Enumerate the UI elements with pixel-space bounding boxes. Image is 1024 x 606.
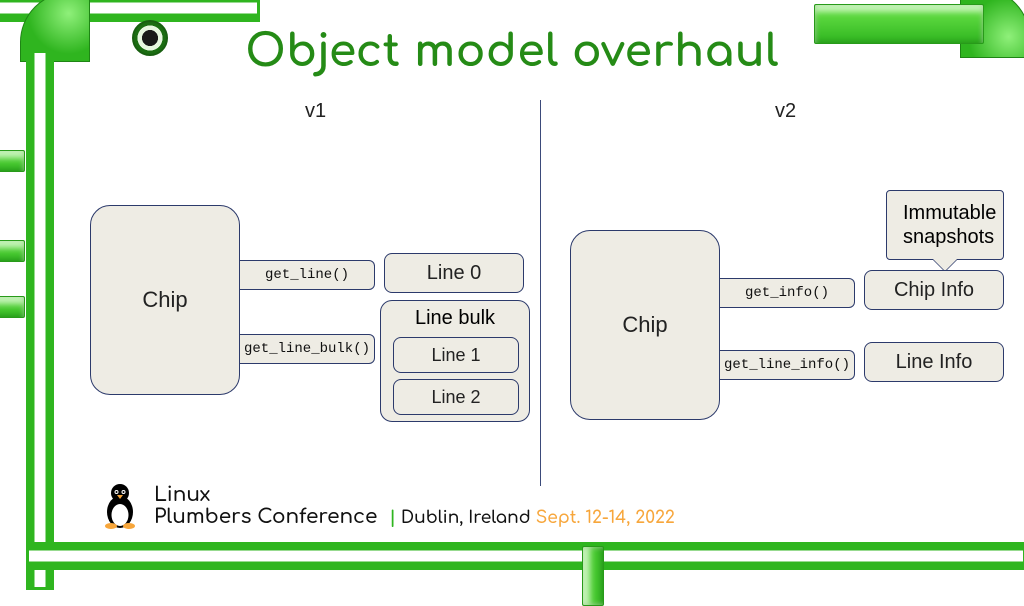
v2-note-line1: Immutable (903, 202, 996, 224)
penguin-icon (100, 482, 140, 530)
footer-location: Dublin, Ireland (401, 508, 531, 527)
column-label-v2: v2 (775, 100, 796, 123)
pipe-spur-3 (0, 296, 25, 318)
v2-get-line-info-method: get_line_info() (720, 350, 855, 380)
column-divider (540, 100, 541, 486)
pipe-left-v (26, 50, 54, 590)
v1-line-bulk-container: Line bulk Line 1 Line 2 (380, 300, 530, 422)
v2-line-info-node: Line Info (864, 342, 1004, 382)
footer: Linux Plumbers Conference | Dublin, Irel… (100, 482, 675, 530)
footer-title-1: Linux (154, 484, 675, 505)
column-label-v1: v1 (305, 100, 326, 123)
v2-get-info-method: get_info() (720, 278, 855, 308)
diagram-stage: v1 v2 Chip get_line() Line 0 get_line_bu… (80, 100, 1014, 456)
v1-line0-node: Line 0 (384, 253, 524, 293)
v1-line2-node: Line 2 (393, 379, 519, 415)
v2-note-line2: snapshots (903, 226, 994, 248)
v2-note-callout: Immutable snapshots (886, 190, 1004, 260)
pipe-spur-1 (0, 150, 25, 172)
v2-chip-node: Chip (570, 230, 720, 420)
v1-line1-node: Line 1 (393, 337, 519, 373)
footer-dates: Sept. 12-14, 2022 (536, 508, 675, 527)
footer-title-2: Plumbers Conference (154, 505, 377, 528)
pipe-bottom-spur (582, 546, 604, 606)
v1-line-bulk-title: Line bulk (381, 307, 529, 330)
v1-get-line-method: get_line() (240, 260, 375, 290)
pipe-spur-2 (0, 240, 25, 262)
v1-get-line-bulk-method: get_line_bulk() (240, 334, 375, 364)
slide-title: Object model overhaul (0, 28, 1024, 77)
pipe-bottom-h (26, 542, 1024, 570)
v1-chip-node: Chip (90, 205, 240, 395)
v2-chip-info-node: Chip Info (864, 270, 1004, 310)
footer-sep-icon: | (389, 508, 396, 527)
